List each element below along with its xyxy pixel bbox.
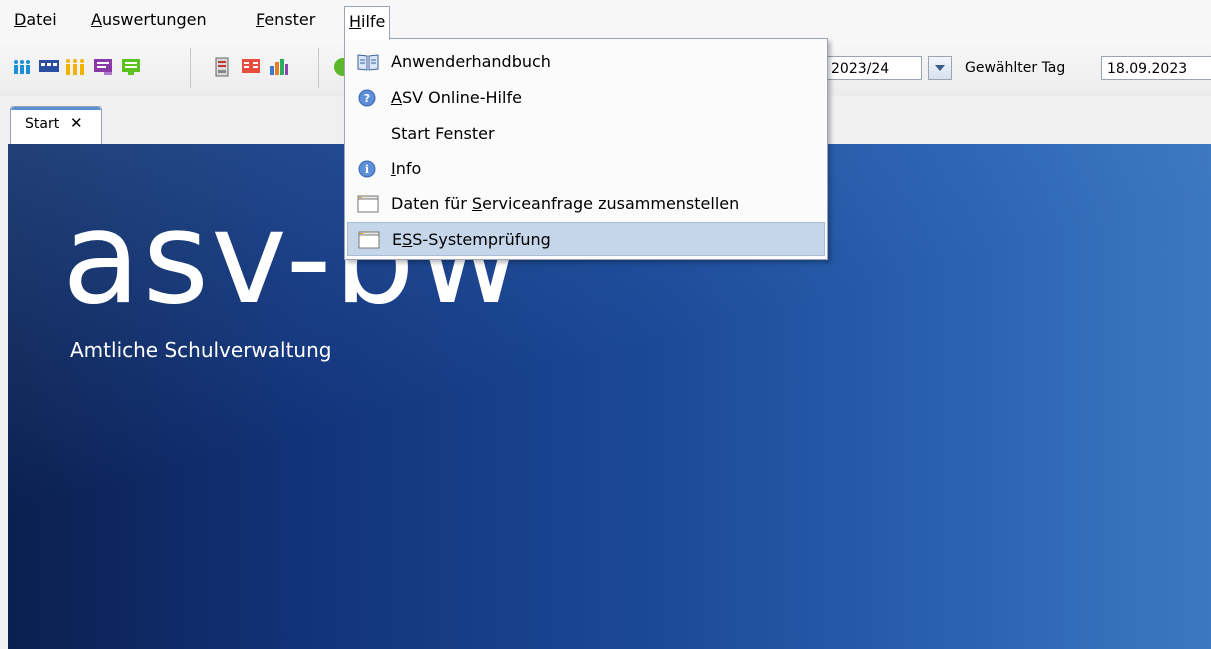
tab-start-label: Start bbox=[25, 116, 60, 132]
menu-bar: Datei Auswertungen Fenster Hilfe bbox=[0, 0, 1211, 40]
help-menu-dropdown: Anwenderhandbuch ? ASV Online-Hilfe Star… bbox=[344, 38, 828, 260]
svg-text:?: ? bbox=[364, 92, 370, 105]
notes-icon[interactable] bbox=[120, 56, 142, 78]
help-circle-icon: ? bbox=[358, 89, 376, 107]
menu-item-label: nfo bbox=[395, 159, 422, 178]
menu-item-label: Start Fenster bbox=[391, 124, 495, 143]
selected-day-field[interactable]: 18.09.2023 bbox=[1101, 56, 1211, 80]
tab-accent bbox=[11, 107, 101, 110]
window-icon bbox=[357, 195, 379, 213]
toolbar-separator bbox=[190, 48, 191, 88]
window-icon bbox=[358, 231, 380, 249]
printer-icon[interactable] bbox=[212, 56, 234, 78]
menu-datei[interactable]: Datei bbox=[10, 9, 61, 31]
teachers-icon[interactable] bbox=[64, 56, 86, 78]
report-book-icon[interactable] bbox=[240, 56, 262, 78]
book-icon bbox=[357, 54, 379, 71]
window-left-edge bbox=[0, 144, 8, 649]
menu-item-ess-systempruefung[interactable]: ESS-Systemprüfung bbox=[347, 222, 825, 256]
menu-item-start-fenster[interactable]: Start Fenster bbox=[347, 117, 825, 151]
school-year-field[interactable]: 2023/24 bbox=[826, 56, 922, 80]
menu-item-serviceanfrage[interactable]: Daten für Serviceanfrage zusammenstellen bbox=[347, 187, 825, 221]
menu-item-label: erviceanfrage zusammenstellen bbox=[482, 194, 740, 213]
school-year-dropdown-button[interactable] bbox=[928, 56, 952, 80]
students-icon[interactable] bbox=[12, 56, 34, 78]
selected-day-label: Gewählter Tag bbox=[965, 60, 1066, 76]
info-icon: i bbox=[358, 160, 376, 178]
menu-item-asv-online-hilfe[interactable]: ? ASV Online-Hilfe bbox=[347, 81, 825, 115]
menu-auswertungen[interactable]: Auswertungen bbox=[87, 9, 211, 31]
logo-subtitle: Amtliche Schulverwaltung bbox=[70, 338, 332, 362]
tab-close-icon[interactable]: ✕ bbox=[70, 114, 83, 132]
menu-fenster[interactable]: Fenster bbox=[252, 9, 319, 31]
menu-item-info[interactable]: i Info bbox=[347, 152, 825, 186]
statistics-chart-icon[interactable] bbox=[268, 56, 290, 78]
tab-start[interactable]: Start ✕ bbox=[10, 106, 102, 144]
menu-hilfe[interactable]: Hilfe bbox=[344, 6, 391, 40]
classes-icon[interactable] bbox=[38, 56, 60, 78]
menu-item-label: Anwenderhandbuch bbox=[391, 52, 551, 71]
menu-item-label: SV Online-Hilfe bbox=[401, 88, 522, 107]
menu-item-anwenderhandbuch[interactable]: Anwenderhandbuch bbox=[347, 45, 825, 79]
toolbar-separator bbox=[318, 48, 319, 88]
messages-icon[interactable] bbox=[92, 56, 114, 78]
menu-item-label: S-Systemprüfung bbox=[412, 230, 551, 249]
svg-text:i: i bbox=[365, 163, 369, 176]
